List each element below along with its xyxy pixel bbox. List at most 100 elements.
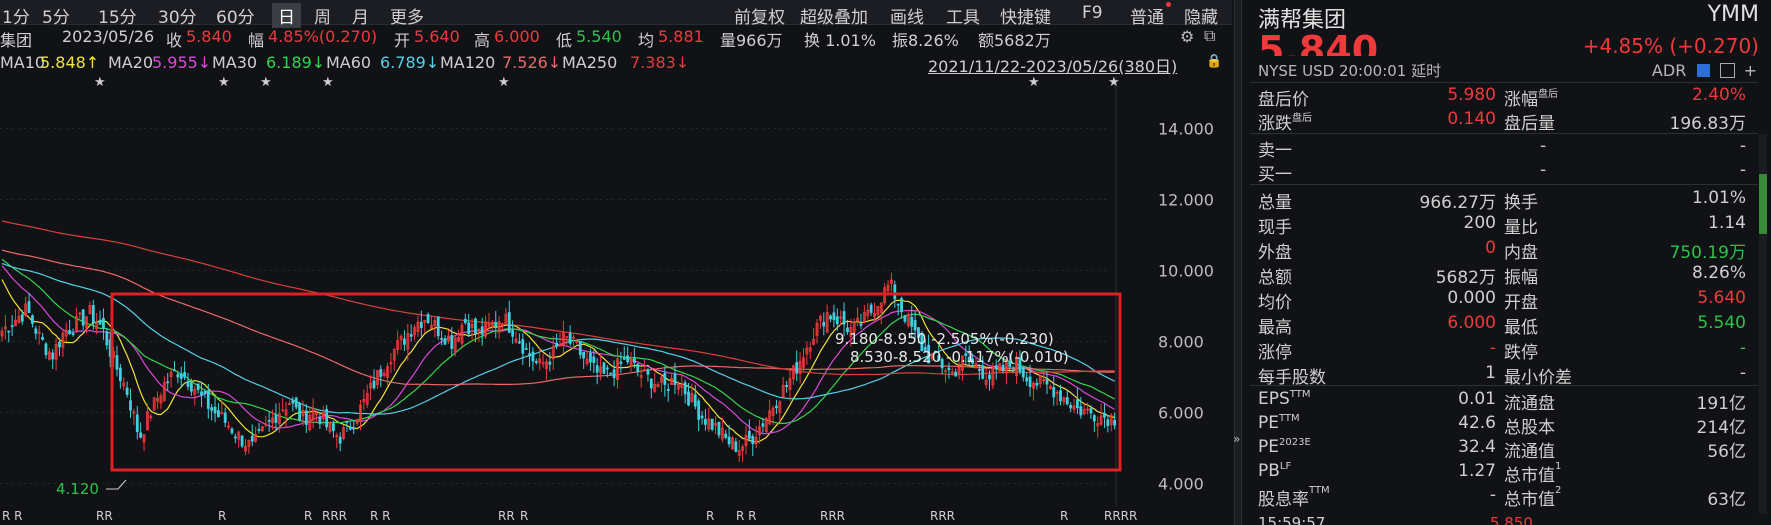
candle-body <box>372 380 376 389</box>
row-value: 0.140 <box>1447 109 1496 129</box>
candle-body <box>463 318 467 323</box>
row-sublabel: LF <box>1279 461 1292 472</box>
candle-body <box>176 374 180 378</box>
row-value: 1 <box>1485 363 1496 383</box>
row-label: 跌停 <box>1504 343 1538 363</box>
range-annotation-1: 9.180-8.950 -2.505%(-0.230) <box>835 330 1054 348</box>
popout-icon[interactable]: ⧉ <box>1204 26 1215 46</box>
row-value: 196.83万 <box>1669 114 1746 134</box>
row-label: 外盘 <box>1258 243 1292 263</box>
tick-time: 15:59:57 <box>1258 514 1326 525</box>
avg-label: 均 <box>638 31 655 50</box>
candle-body <box>1079 406 1083 416</box>
candle-body <box>189 382 193 392</box>
candle-body <box>582 351 586 359</box>
event-star-icon: ★ <box>498 76 510 90</box>
row-value: 0.000 <box>1447 288 1496 308</box>
amp-value: 4.85%(0.270) <box>268 27 378 46</box>
date-range-link[interactable]: 2021/11/22-2023/05/26(380日) <box>928 53 1177 77</box>
row-label: PE <box>1258 413 1279 433</box>
panel-splitter[interactable]: » <box>1233 0 1242 525</box>
candle-body <box>139 432 143 438</box>
event-marker-row: R R RR R R RRR R R RR R R R R RRR RRR R … <box>2 509 1138 523</box>
candle-body <box>68 330 72 335</box>
candle-body <box>524 348 528 350</box>
settings-gear-icon[interactable]: ⚙ <box>1180 27 1194 46</box>
row-value: 5.980 <box>1447 85 1496 105</box>
expand-arrow-icon[interactable]: » <box>1233 432 1240 446</box>
valuation-row: PE2023E 32.4 流通值 56亿 <box>1258 436 1746 462</box>
candle-body <box>531 351 535 362</box>
row-sublabel: TTM <box>1309 485 1330 496</box>
candle-body <box>34 328 38 334</box>
candle-body <box>518 341 521 344</box>
candle-body <box>436 316 440 337</box>
row-value: 2.40% <box>1691 85 1746 105</box>
price-axis: 14.000 12.000 10.000 8.000 6.000 4.000 <box>1158 120 1214 494</box>
row-value: 6.000 <box>1447 313 1496 333</box>
stat-row: 均价 0.000 开盘 5.640 <box>1258 287 1746 313</box>
ma120-label: MA120 <box>440 53 496 72</box>
tick-price: 5.850 <box>1490 514 1533 525</box>
row-label: 涨停 <box>1258 343 1292 363</box>
row-label: 内盘 <box>1504 243 1538 263</box>
candle-body <box>511 330 515 337</box>
quote-date: 2023/05/26 <box>62 27 155 46</box>
candle-body <box>896 303 900 306</box>
candle-body <box>683 382 687 395</box>
candle-body <box>1092 415 1096 422</box>
candle-body <box>213 406 217 414</box>
candle-body <box>298 402 302 421</box>
row-label: PB <box>1258 461 1280 481</box>
add-icon[interactable]: + <box>1744 61 1757 80</box>
candle-body <box>409 334 413 337</box>
candle-body <box>602 362 606 374</box>
candle-body <box>200 391 203 396</box>
ask-row: 卖一 - - <box>1258 135 1746 161</box>
edit-icon[interactable] <box>1697 64 1711 77</box>
candle-body <box>1069 405 1073 409</box>
f9-button[interactable]: F9 <box>1082 3 1103 23</box>
row-label: 开盘 <box>1504 293 1538 313</box>
row-sublabel: 2023E <box>1279 437 1311 448</box>
candle-body <box>612 369 616 379</box>
stat-row: 最高 6.000 最低 5.540 <box>1258 312 1746 338</box>
ma60-label: MA60 <box>326 53 372 72</box>
candle-body <box>257 428 261 431</box>
row-value: - <box>1489 338 1496 358</box>
scrollbar-thumb[interactable] <box>1759 174 1767 234</box>
candle-body <box>622 357 626 360</box>
row-label: 流通盘 <box>1504 394 1555 414</box>
candle-body <box>663 372 667 385</box>
event-star-icon: ★ <box>94 76 106 90</box>
ma250-value: 7.383↓ <box>630 53 690 72</box>
open-value: 5.640 <box>414 27 460 46</box>
event-star-icon: ★ <box>218 76 230 90</box>
candle-body <box>294 397 298 408</box>
candle-body <box>348 426 352 430</box>
turnover-text: 换 1.01% <box>804 31 876 50</box>
after-hours-price-row: 盘后价 5.980 涨幅盘后 2.40% <box>1258 84 1746 110</box>
candlestick-chart[interactable]: 14.000 12.000 10.000 8.000 6.000 4.000 9.180-… <box>0 76 1232 506</box>
candle-body <box>41 336 44 340</box>
swing-text: 振8.26% <box>892 31 959 50</box>
quote-panel: 满帮集团 YMM 5.840 +4.85% (+0.270) NYSE USD … <box>1242 0 1771 525</box>
candle-body <box>71 333 75 336</box>
row-sublabel: 盘后 <box>1538 89 1558 100</box>
lock-icon[interactable]: 🔒 <box>1206 54 1222 69</box>
candle-body <box>206 390 210 409</box>
candle-body <box>842 311 846 325</box>
row-value: 0.01 <box>1458 389 1496 409</box>
candle-body <box>81 309 85 326</box>
layout-icon[interactable] <box>1719 63 1735 78</box>
candle-body <box>129 400 132 411</box>
candle-body <box>105 331 109 346</box>
quote-scrollbar[interactable] <box>1759 134 1767 514</box>
event-stars: ★ ★ ★ ★ ★ ★ ★ <box>94 76 1120 90</box>
candle-body <box>1021 367 1025 378</box>
candle-body <box>27 301 31 313</box>
candle-body <box>210 407 214 411</box>
divider <box>1250 82 1758 83</box>
candle-body <box>1045 378 1049 385</box>
ma20-value: 5.955↓ <box>152 53 212 72</box>
